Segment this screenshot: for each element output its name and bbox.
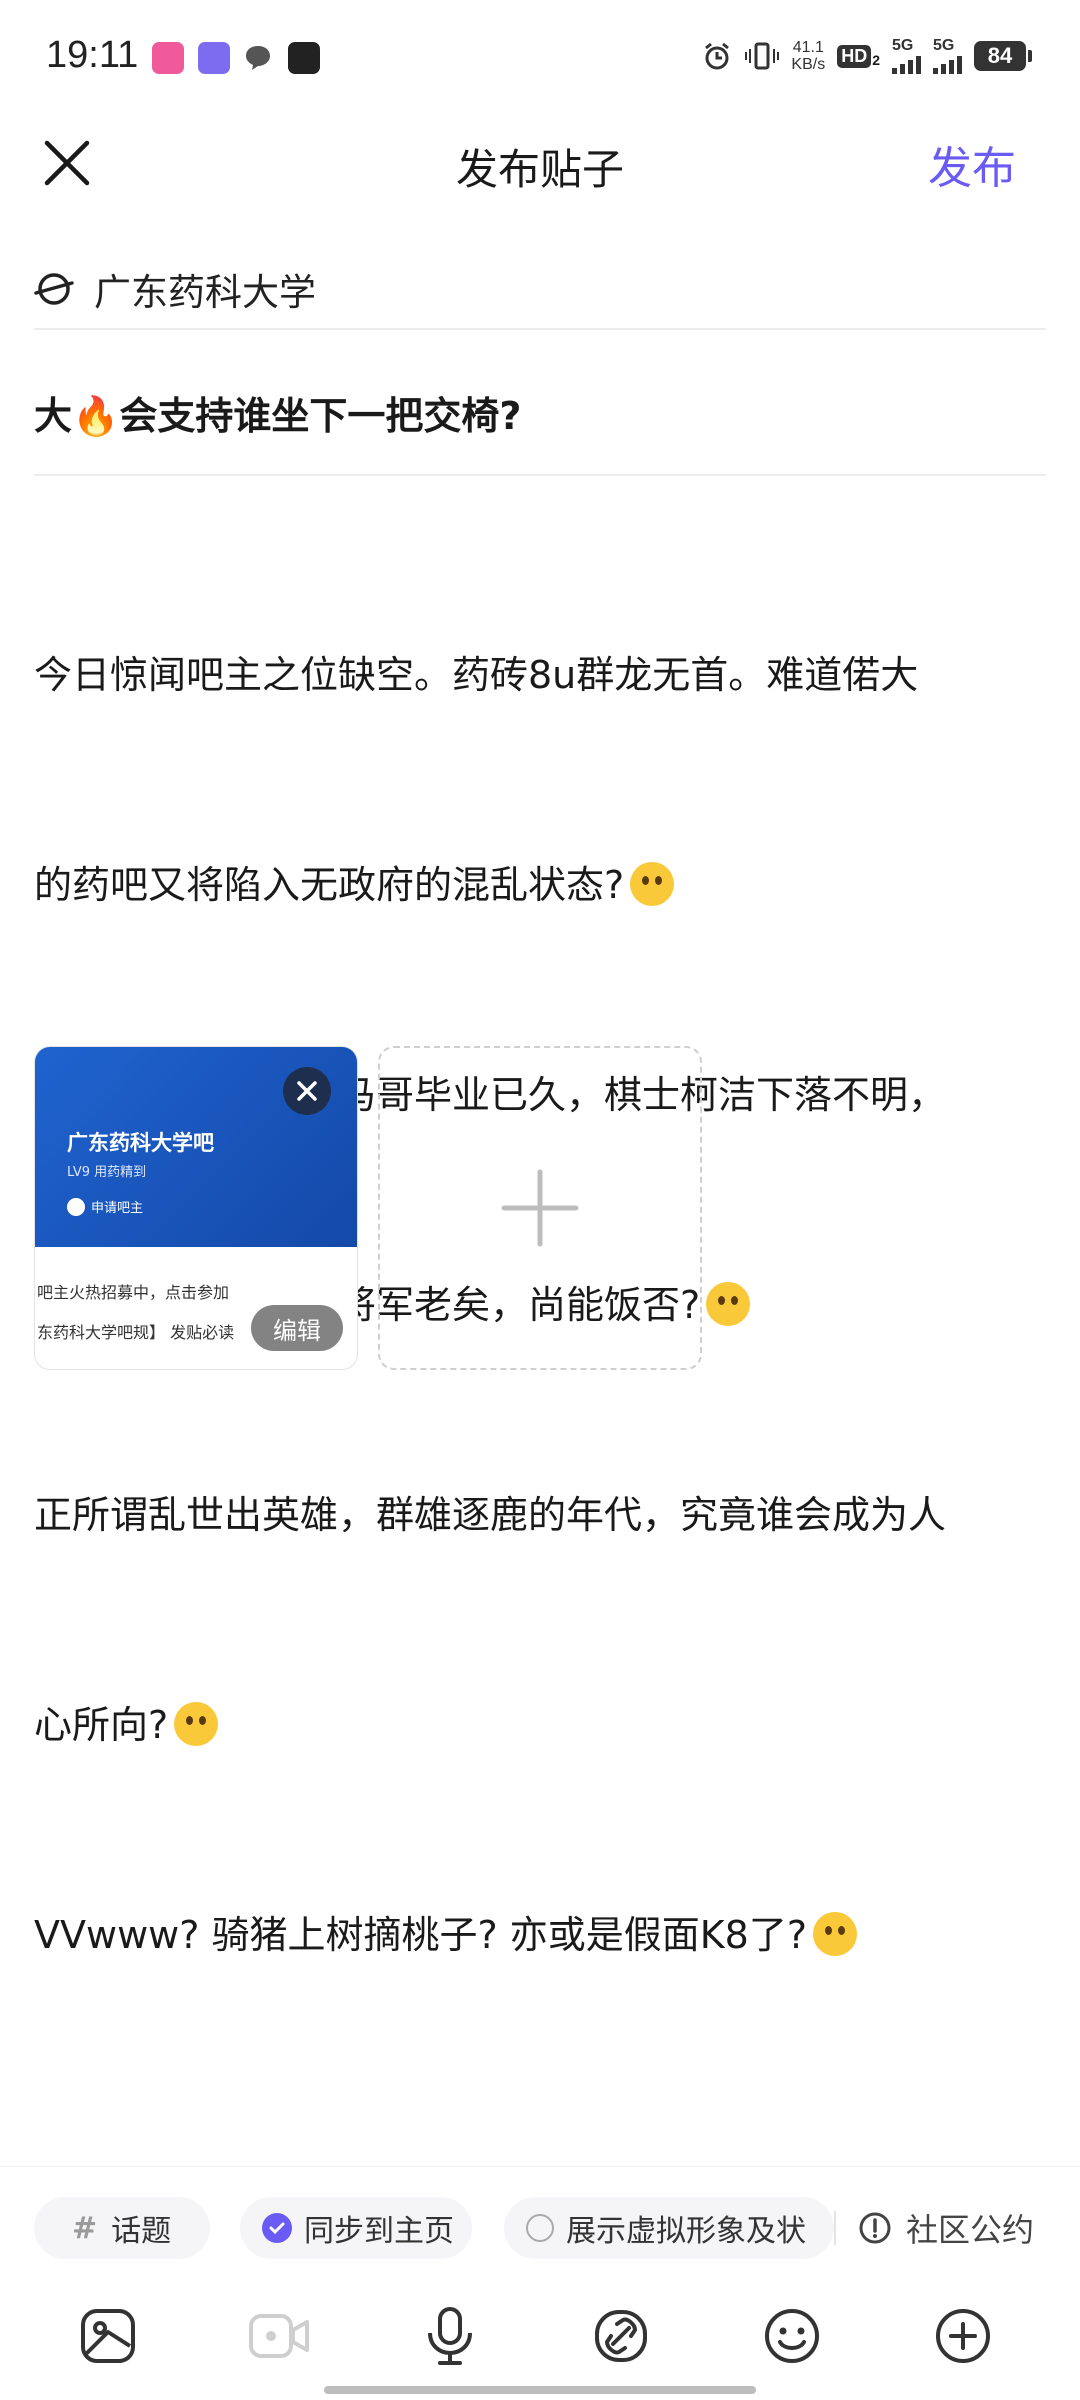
page-title: 发布贴子 [455,145,624,194]
body-line: 今日惊闻吧主之位缺空。药砖8u群龙无首。难道偌大 [34,653,919,697]
body-line: 的药吧又将陷入无政府的混乱状态? [34,850,1054,920]
close-icon [297,1081,317,1101]
attached-image[interactable]: 广东药科大学吧 LV9 用药精到 申请吧主 吧主火热招募中，点击参加 东药科大学… [34,1046,358,1370]
chat-bubble-icon [246,46,270,70]
plus-icon [501,1169,579,1247]
signal-bars-icon [892,54,921,74]
fearful-emoji-icon [630,862,675,906]
options-bar: # 话题 同步到主页 展示虚拟形象及状 社区公约 [0,2166,1080,2286]
hd-badge: HD 2 [837,44,880,68]
info-icon [859,2212,891,2244]
grinning-emoji-icon [813,1912,857,1956]
signal-1: 5G [892,38,921,74]
publish-button[interactable]: 发布 [928,132,1016,196]
plus-circle-icon [936,2309,990,2363]
unchecked-icon [526,2214,554,2242]
show-avatar-toggle[interactable]: 展示虚拟形象及状 [504,2197,834,2259]
confused-emoji-icon [174,1702,219,1746]
more-button[interactable] [925,2300,1001,2372]
body-line: 正所谓乱世出英雄，群雄逐鹿的年代，究竟谁会成为人 [34,1493,947,1537]
insert-link-button[interactable] [583,2300,659,2372]
signal-bars-icon [933,54,962,74]
checked-icon [262,2213,292,2243]
status-bar: 19:11 41.1 KB/s HD 2 5G 5G 84 [0,0,1080,110]
microphone-icon [428,2307,472,2365]
close-icon [44,140,90,186]
image-text-line: 吧主火热招募中，点击参加 [37,1283,230,1302]
topic-chip[interactable]: # 话题 [34,2197,210,2259]
header: 发布贴子 发布 [0,110,1080,220]
emoji-icon [765,2309,819,2363]
image-icon [81,2309,135,2363]
home-indicator[interactable] [324,2386,756,2394]
battery-indicator: 84 [974,41,1032,71]
signal-2: 5G [933,38,962,74]
title-field[interactable]: 大🔥会支持谁坐下一把交椅? [34,350,1046,476]
post-title: 大🔥会支持谁坐下一把交椅? [34,393,522,438]
image-text-line: 东药科大学吧规】 发贴必读 [37,1323,235,1342]
divider [834,2211,836,2245]
image-apply: 申请吧主 [67,1197,143,1216]
insert-image-button[interactable] [70,2300,146,2372]
remove-image-button[interactable] [283,1067,331,1115]
image-level: LV9 用药精到 [67,1165,147,1180]
soul-app-icon [288,42,320,74]
app-icon-purple [198,42,230,74]
hash-icon: # [72,2210,98,2246]
insert-video-button[interactable] [241,2300,317,2372]
sync-homepage-toggle[interactable]: 同步到主页 [240,2197,472,2259]
edit-image-button[interactable]: 编辑 [251,1305,343,1351]
app-icon-pink [152,42,184,74]
vibrate-icon [745,42,780,70]
community-rules-link[interactable]: 社区公约 [858,2197,1034,2259]
forum-name: 广东药科大学 [94,271,316,314]
close-button[interactable] [38,134,96,192]
network-speed: 41.1 KB/s [791,39,826,73]
voice-button[interactable] [412,2300,488,2372]
user-icon [67,1197,85,1216]
image-forum-name: 广东药科大学吧 [67,1131,214,1155]
status-time: 19:11 [46,34,139,76]
status-indicators: 41.1 KB/s HD 2 5G 5G 84 [701,34,1032,78]
video-icon [249,2314,309,2358]
link-icon [595,2310,647,2362]
editor-toolbar [0,2290,1080,2382]
body-line: VVwww? 骑猪上树摘桃子? 亦或是假面K8了? [34,1900,1054,1970]
alarm-icon [705,42,730,70]
crying-emoji-icon [706,1282,751,1326]
body-line: 心所向? [34,1690,1054,1760]
forum-selector[interactable]: 广东药科大学 [34,250,1046,330]
add-image-button[interactable] [378,1046,702,1370]
insert-emoji-button[interactable] [754,2300,830,2372]
planet-icon [34,273,74,305]
